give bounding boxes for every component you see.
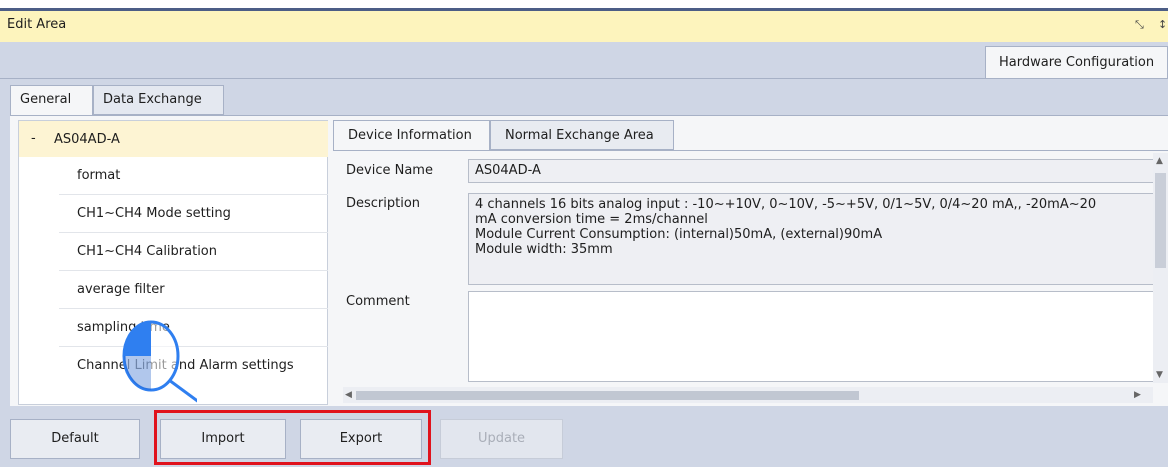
top-strip [0, 0, 1168, 8]
highlight-box [154, 410, 431, 465]
update-button: Update [440, 419, 563, 459]
panel-title: Edit Area [7, 17, 67, 32]
collapse-icon[interactable]: - [31, 131, 36, 146]
scroll-right-icon[interactable]: ▶ [1134, 390, 1141, 400]
divider [0, 78, 1168, 79]
description-field: 4 channels 16 bits analog input : -10~+1… [468, 193, 1156, 285]
tab-general[interactable]: General [10, 85, 93, 116]
device-info-body: Device Name AS04AD-A Description 4 chann… [333, 150, 1168, 406]
tree-item-mode-setting[interactable]: CH1~CH4 Mode setting [59, 195, 328, 233]
tab-device-information[interactable]: Device Information [333, 120, 490, 151]
mouse-cursor-icon [122, 320, 197, 403]
edit-area-header: Edit Area ⤡ ↕ [0, 8, 1168, 42]
pin-icon[interactable]: ↕ [1158, 18, 1167, 31]
tab-hardware-configuration[interactable]: Hardware Configuration [985, 46, 1168, 78]
comment-label: Comment [346, 294, 410, 309]
vertical-scroll-thumb[interactable] [1155, 173, 1166, 268]
default-button[interactable]: Default [10, 419, 140, 459]
tab-normal-exchange-area[interactable]: Normal Exchange Area [490, 120, 674, 150]
description-line: 4 channels 16 bits analog input : -10~+1… [475, 197, 1097, 212]
description-label: Description [346, 196, 421, 211]
description-line: mA conversion time = 2ms/channel [475, 212, 708, 227]
scroll-up-icon[interactable]: ▲ [1156, 156, 1163, 166]
tree-item-format[interactable]: format [59, 157, 328, 195]
restore-icon[interactable]: ⤡ [1135, 18, 1144, 32]
tree-root-label: AS04AD-A [54, 132, 120, 147]
tab-data-exchange[interactable]: Data Exchange [93, 85, 224, 115]
comment-field[interactable] [468, 291, 1156, 382]
horizontal-scroll-thumb[interactable] [356, 391, 859, 400]
description-line: Module width: 35mm [475, 242, 613, 257]
scroll-left-icon[interactable]: ◀ [345, 390, 352, 400]
tree-item-calibration[interactable]: CH1~CH4 Calibration [59, 233, 328, 271]
description-line: Module Current Consumption: (internal)50… [475, 227, 883, 242]
scroll-down-icon[interactable]: ▼ [1156, 370, 1163, 380]
device-name-label: Device Name [346, 163, 433, 178]
tree-root[interactable]: - AS04AD-A [19, 121, 328, 157]
tree-item-average-filter[interactable]: average filter [59, 271, 328, 309]
device-name-field: AS04AD-A [468, 159, 1156, 183]
device-info-panel: Device Information Normal Exchange Area … [333, 120, 1168, 406]
